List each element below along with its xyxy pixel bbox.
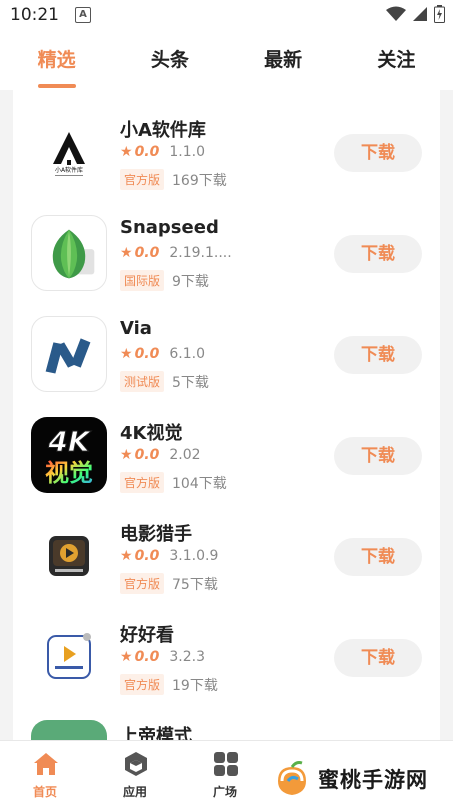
nav-label: 首页 <box>32 785 57 799</box>
app-score: 0.0 <box>134 649 160 665</box>
watermark-text: 蜜桃手游网 <box>318 768 428 792</box>
app-score: 0.0 <box>134 346 160 362</box>
watermark: 蜜桃手游网 <box>272 755 438 803</box>
rating-row: ★ 0.0 1.1.0 <box>120 144 205 160</box>
home-icon <box>34 753 58 775</box>
app-score: 0.0 <box>134 245 160 261</box>
version-badge: 官方版 <box>120 472 165 493</box>
grid-icon <box>214 752 238 776</box>
haohaokan-icon <box>31 619 107 695</box>
download-button[interactable]: 下载 <box>334 235 422 273</box>
download-count: 19下载 <box>172 677 218 694</box>
cube-icon <box>125 752 147 776</box>
rating-row: ★ 0.0 3.2.3 <box>120 649 205 665</box>
download-button[interactable]: 下载 <box>334 336 422 374</box>
app-name: 4K视觉 <box>120 423 183 444</box>
star-icon: ★ <box>120 346 133 362</box>
star-icon: ★ <box>120 144 133 160</box>
status-bar: 10:21 A <box>0 0 453 30</box>
peach-logo-icon <box>278 761 306 795</box>
list-item[interactable]: Snapseed ★ 0.0 2.19.1.... 国际版 9下载 下载 <box>13 191 440 291</box>
app-version: 3.1.0.9 <box>169 548 219 564</box>
app-version: 2.02 <box>169 447 201 463</box>
nav-home[interactable]: 首页 <box>0 741 90 806</box>
xiaoa-logo-icon: 小A软件库 <box>31 114 107 190</box>
wifi-icon <box>386 6 406 21</box>
rating-row: ★ 0.0 3.1.0.9 <box>120 548 218 564</box>
via-logo-icon <box>31 316 107 392</box>
snapseed-leaf-icon <box>31 215 107 291</box>
app-list: 小A软件库 小A软件库 ★ 0.0 1.1.0 官方版 169下载 下载 Sna… <box>13 90 440 750</box>
rating-row: ★ 0.0 6.1.0 <box>120 346 205 362</box>
tab-label: 最新 <box>264 49 303 71</box>
svg-text:4K: 4K <box>47 425 91 458</box>
list-item[interactable]: 4K 视觉 4K视觉 ★ 0.0 2.02 官方版 104下载 下载 <box>13 393 440 493</box>
app-name: 电影猎手 <box>120 524 192 545</box>
rating-row: ★ 0.0 2.19.1.... <box>120 245 232 261</box>
list-item[interactable]: 电影猎手 ★ 0.0 3.1.0.9 官方版 75下载 下载 <box>13 494 440 594</box>
app-name: Via <box>120 318 152 339</box>
meta-row: 官方版 75下载 <box>120 573 218 594</box>
download-count: 104下载 <box>172 475 227 492</box>
svg-text:小A软件库: 小A软件库 <box>55 166 83 174</box>
tab-latest[interactable]: 最新 <box>227 30 340 90</box>
download-count: 9下载 <box>172 273 209 290</box>
tab-label: 精选 <box>37 49 76 71</box>
star-icon: ★ <box>120 548 133 564</box>
download-count: 5下载 <box>172 374 209 391</box>
tab-label: 头条 <box>150 49 189 71</box>
download-count: 75下载 <box>172 576 218 593</box>
download-button[interactable]: 下载 <box>334 134 422 172</box>
signal-icon <box>413 7 427 21</box>
movie-hunter-icon <box>31 518 107 594</box>
top-tabs: 精选 头条 最新 关注 <box>0 30 453 90</box>
version-badge: 官方版 <box>120 169 165 190</box>
nav-label: 广场 <box>212 785 237 799</box>
nav-apps[interactable]: 应用 <box>90 741 180 806</box>
meta-row: 官方版 169下载 <box>120 169 227 190</box>
app-version: 2.19.1.... <box>169 245 232 261</box>
app-score: 0.0 <box>134 144 160 160</box>
list-item[interactable]: 好好看 ★ 0.0 3.2.3 官方版 19下载 下载 <box>13 595 440 695</box>
svg-text:视觉: 视觉 <box>45 459 93 487</box>
meta-row: 国际版 9下载 <box>120 270 209 291</box>
app-version: 3.2.3 <box>169 649 205 665</box>
version-badge: 官方版 <box>120 674 165 695</box>
star-icon: ★ <box>120 245 133 261</box>
app-version: 6.1.0 <box>169 346 205 362</box>
tab-following[interactable]: 关注 <box>340 30 453 90</box>
app-name: 好好看 <box>120 625 174 646</box>
download-count: 169下载 <box>172 172 227 189</box>
4k-visual-icon: 4K 视觉 <box>31 417 107 493</box>
nav-square[interactable]: 广场 <box>180 741 270 806</box>
download-button[interactable]: 下载 <box>334 437 422 475</box>
nav-label: 应用 <box>122 785 147 799</box>
version-badge: 官方版 <box>120 573 165 594</box>
rating-row: ★ 0.0 2.02 <box>120 447 201 463</box>
status-time: 10:21 <box>10 5 59 25</box>
version-badge: 国际版 <box>120 270 165 291</box>
meta-row: 官方版 104下载 <box>120 472 227 493</box>
download-button[interactable]: 下载 <box>334 639 422 677</box>
app-score: 0.0 <box>134 447 160 463</box>
app-version: 1.1.0 <box>169 144 205 160</box>
meta-row: 测试版 5下载 <box>120 371 209 392</box>
tab-label: 关注 <box>377 49 416 71</box>
star-icon: ★ <box>120 649 133 665</box>
notification-a-icon: A <box>75 7 91 23</box>
app-name: 小A软件库 <box>120 120 206 141</box>
app-score: 0.0 <box>134 548 160 564</box>
star-icon: ★ <box>120 447 133 463</box>
battery-icon <box>434 5 445 23</box>
version-badge: 测试版 <box>120 371 165 392</box>
active-tab-indicator <box>37 84 76 88</box>
download-button[interactable]: 下载 <box>334 538 422 576</box>
list-item[interactable]: Via ★ 0.0 6.1.0 测试版 5下载 下载 <box>13 292 440 392</box>
app-name: Snapseed <box>120 217 219 238</box>
tab-featured[interactable]: 精选 <box>0 30 113 90</box>
meta-row: 官方版 19下载 <box>120 674 218 695</box>
tab-headlines[interactable]: 头条 <box>113 30 226 90</box>
list-item[interactable]: 小A软件库 小A软件库 ★ 0.0 1.1.0 官方版 169下载 下载 <box>13 90 440 190</box>
